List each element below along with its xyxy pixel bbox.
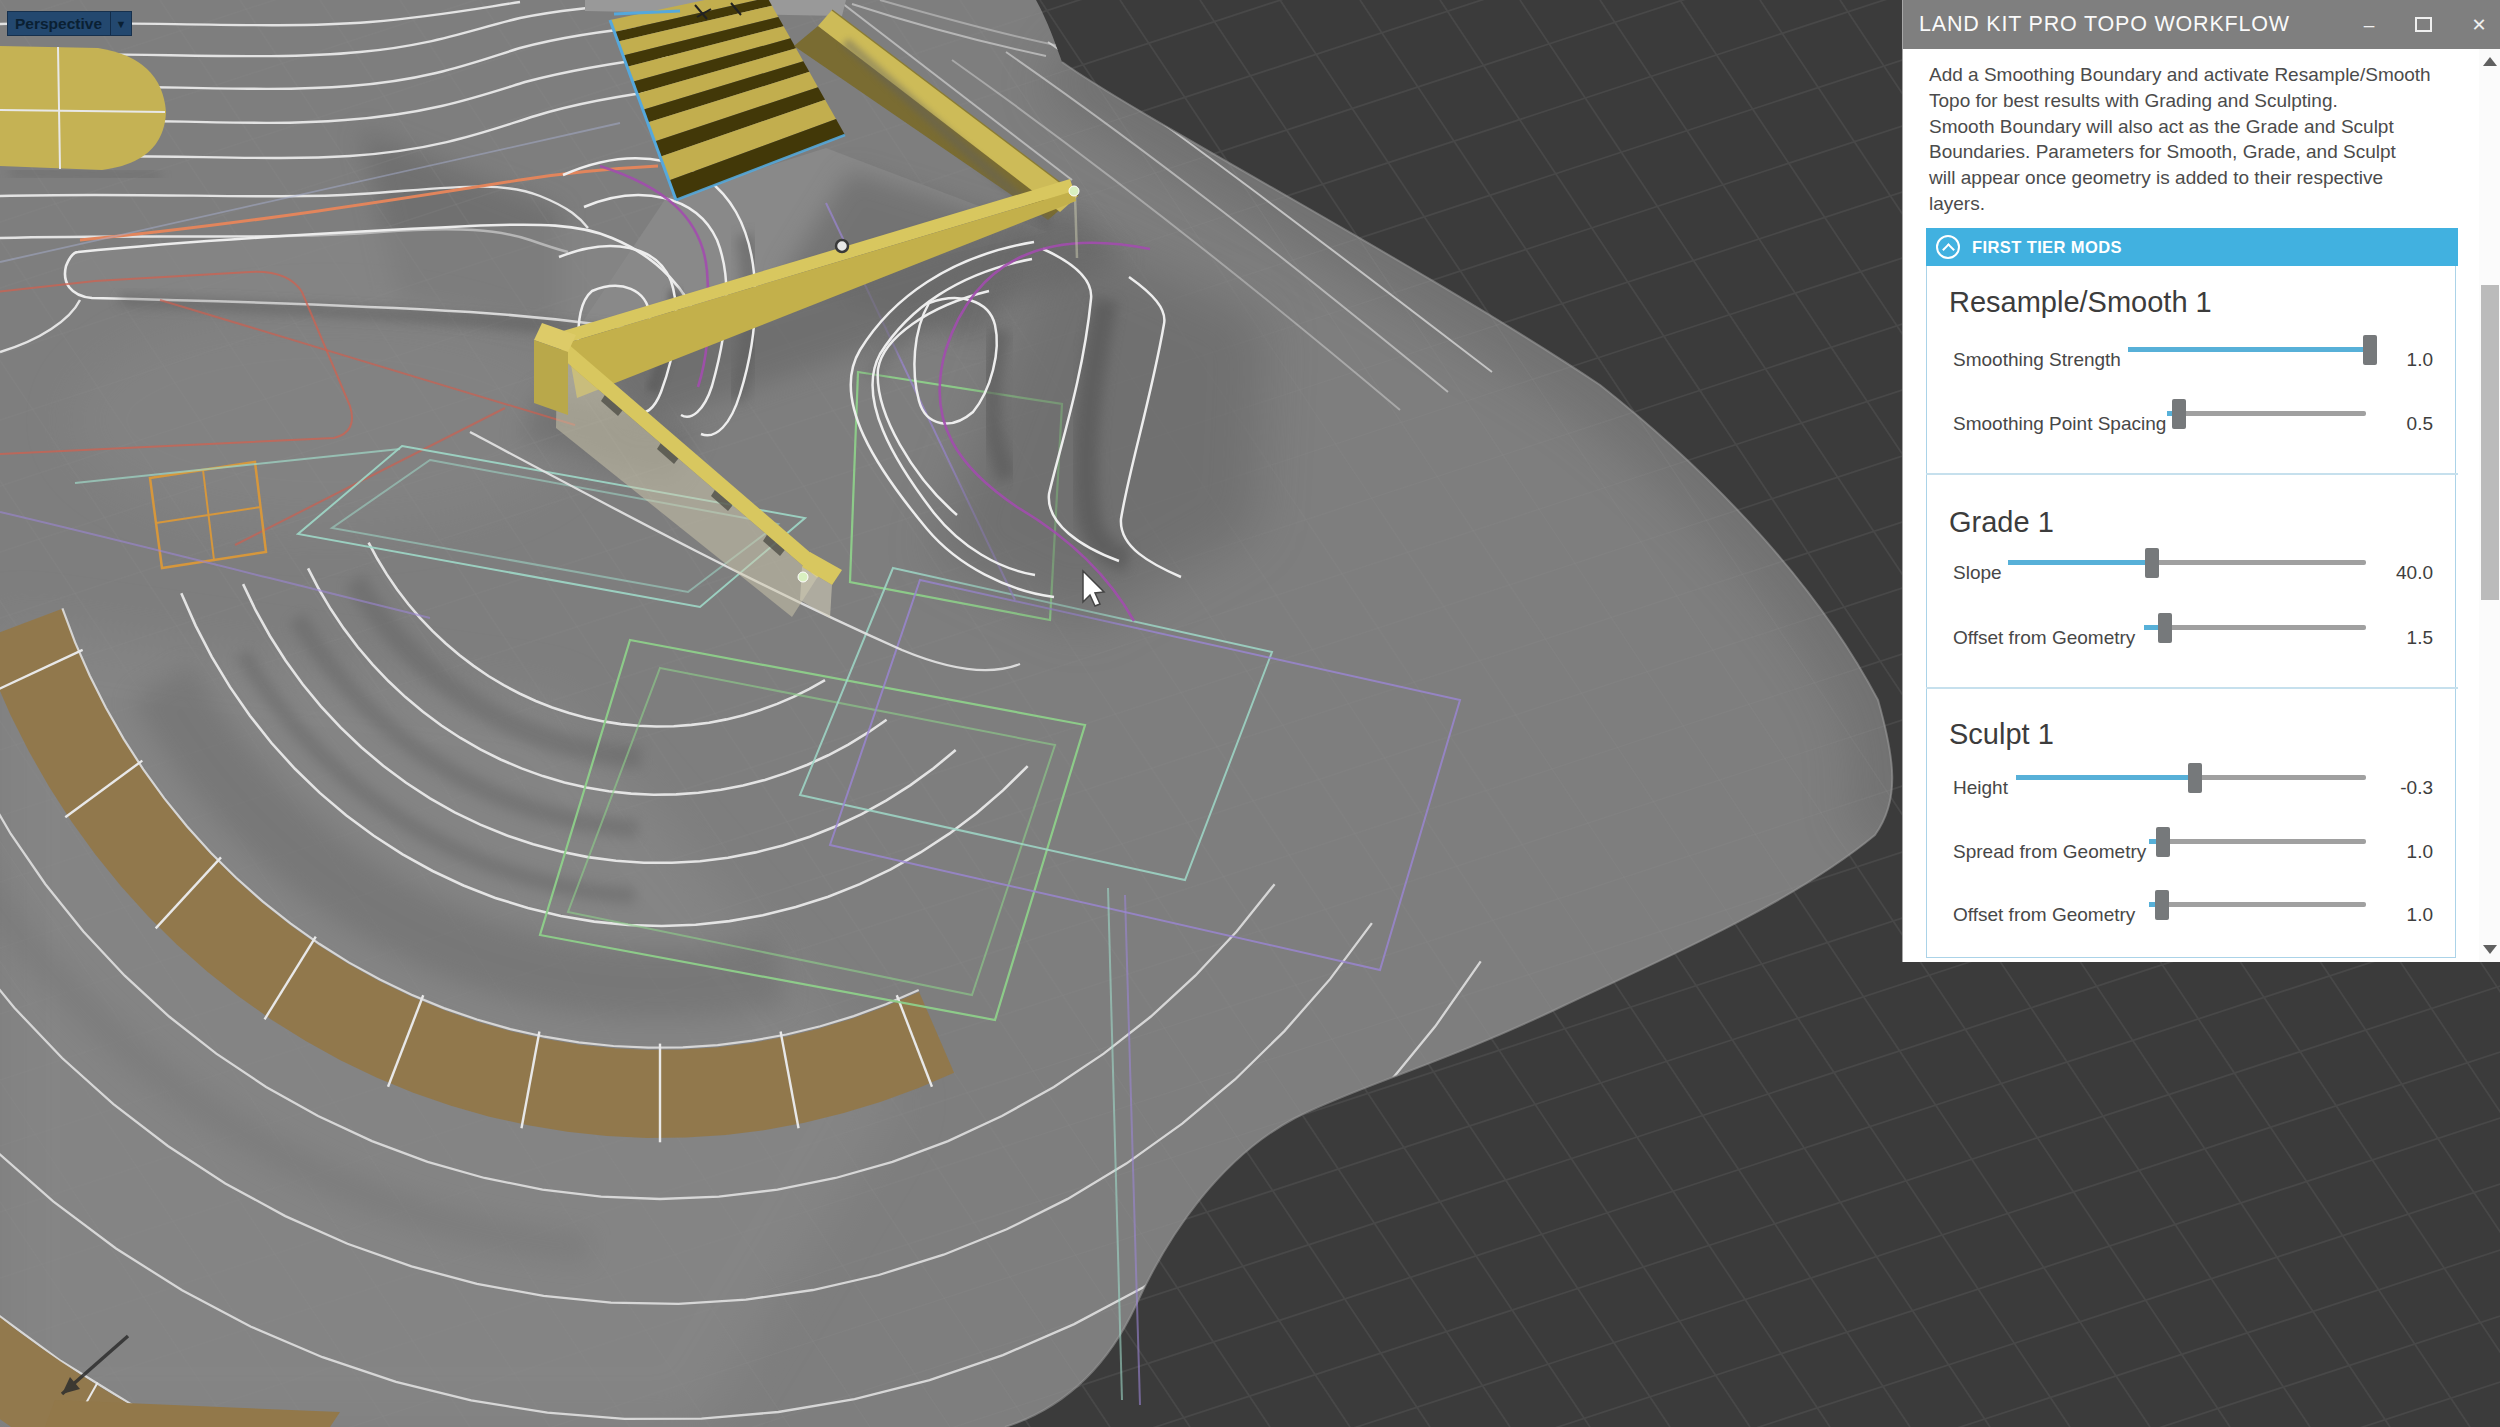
- viewport-label-text: Perspective: [8, 15, 110, 33]
- maximize-icon: [2415, 17, 2432, 32]
- first-tier-mods-label: FIRST TIER MODS: [1972, 238, 2122, 257]
- maximize-button[interactable]: [2403, 0, 2443, 49]
- point-marker-white[interactable]: [836, 240, 848, 252]
- group-title-sculpt: Sculpt 1: [1949, 718, 2054, 751]
- minimize-button[interactable]: –: [2349, 0, 2389, 49]
- slider-value-spread: 1.0: [2343, 841, 2433, 863]
- slider-value-grade-offset: 1.5: [2343, 627, 2433, 649]
- close-button[interactable]: ✕: [2459, 0, 2499, 49]
- slider-handle-sculpt-offset[interactable]: [2155, 890, 2169, 920]
- slider-track-slope[interactable]: [2008, 560, 2366, 565]
- slider-handle-height[interactable]: [2188, 763, 2202, 793]
- slider-handle-grade-offset[interactable]: [2158, 613, 2172, 643]
- viewport-label[interactable]: Perspective ▼: [7, 11, 132, 36]
- group-title-resample: Resample/Smooth 1: [1949, 286, 2212, 319]
- group-title-grade: Grade 1: [1949, 506, 2054, 539]
- slider-track-grade-offset[interactable]: [2144, 625, 2366, 630]
- slider-label-grade-offset: Offset from Geometry: [1953, 627, 2135, 649]
- first-tier-mods-header[interactable]: FIRST TIER MODS: [1926, 228, 2458, 266]
- slider-label-slope: Slope: [1953, 562, 2002, 584]
- section-divider-1: [1926, 473, 2458, 475]
- scroll-down-icon[interactable]: [2483, 945, 2497, 954]
- slider-value-slope: 40.0: [2343, 562, 2433, 584]
- planter: [0, 46, 166, 176]
- point-marker-green-2[interactable]: [798, 572, 808, 582]
- section-divider-2: [1926, 687, 2458, 689]
- slider-track-spread[interactable]: [2149, 839, 2366, 844]
- panel-titlebar: LAND KIT PRO TOPO WORKFLOW – ✕: [1903, 0, 2500, 49]
- scrollbar-thumb[interactable]: [2481, 285, 2499, 600]
- collapse-icon[interactable]: [1936, 235, 1960, 259]
- slider-value-smoothing-strength: 1.0: [2343, 349, 2433, 371]
- slider-track-smoothing-strength[interactable]: [2128, 347, 2364, 352]
- workflow-panel: LAND KIT PRO TOPO WORKFLOW – ✕ Add a Smo…: [1902, 0, 2500, 962]
- slider-value-sculpt-offset: 1.0: [2343, 904, 2433, 926]
- viewport-label-dropdown-icon[interactable]: ▼: [110, 12, 131, 35]
- slider-value-smoothing-point-spacing: 0.5: [2343, 413, 2433, 435]
- slider-handle-smoothing-point-spacing[interactable]: [2172, 399, 2186, 429]
- slider-label-smoothing-point-spacing: Smoothing Point Spacing: [1953, 413, 2166, 435]
- slider-value-height: -0.3: [2343, 777, 2433, 799]
- panel-title: LAND KIT PRO TOPO WORKFLOW: [1919, 12, 2290, 37]
- slider-label-smoothing-strength: Smoothing Strength: [1953, 349, 2121, 371]
- slider-track-sculpt-offset[interactable]: [2149, 902, 2366, 907]
- slider-label-height: Height: [1953, 777, 2008, 799]
- point-marker-green-1[interactable]: [1069, 186, 1079, 196]
- slider-track-smoothing-point-spacing[interactable]: [2167, 411, 2366, 416]
- slider-handle-slope[interactable]: [2145, 548, 2159, 578]
- slider-label-spread: Spread from Geometry: [1953, 841, 2146, 863]
- scroll-up-icon[interactable]: [2483, 57, 2497, 66]
- panel-description: Add a Smoothing Boundary and activate Re…: [1929, 62, 2445, 217]
- slider-handle-spread[interactable]: [2156, 827, 2170, 857]
- panel-scrollbar[interactable]: [2479, 49, 2500, 962]
- slider-label-sculpt-offset: Offset from Geometry: [1953, 904, 2135, 926]
